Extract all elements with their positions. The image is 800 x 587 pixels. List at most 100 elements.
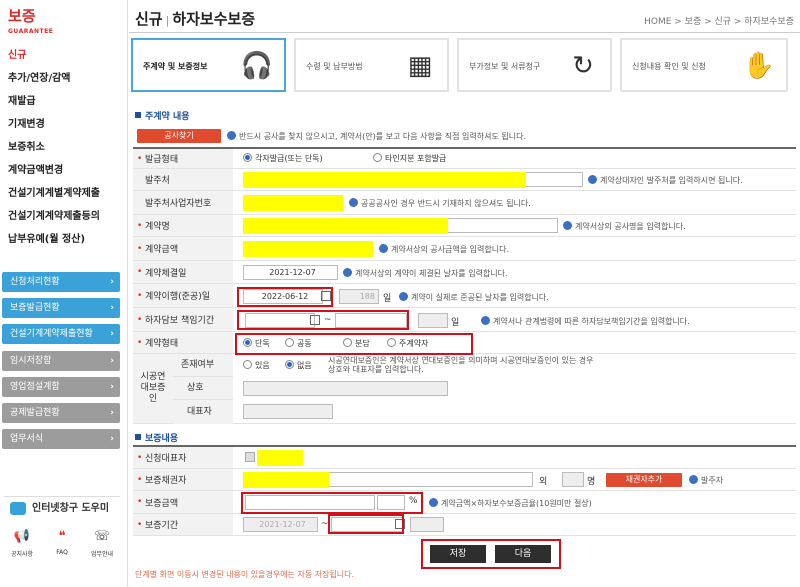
sidebar-blue-issued[interactable]: 보증발급현황 [2, 298, 120, 318]
section-contract-title: 주계약 내용 [135, 109, 190, 122]
main-content: 신규 | 하자보수보증 HOME > 보증 > 신규 > 하자보수보증 주계약 및 … [129, 0, 800, 587]
megaphone-icon: 📢 [13, 529, 31, 544]
sidebar-item-machine[interactable]: 건설기계계별계약제출 [8, 182, 124, 205]
row-applicant: 신청대표자 [133, 447, 796, 469]
search-project-button[interactable]: 공사찾기 [137, 129, 221, 143]
company-input [243, 381, 448, 396]
label-amount: 보증금액 [133, 491, 233, 513]
label-issue-type: 발급형태 [133, 149, 233, 168]
row-amount: 보증금액 % 계약금액×하자보수보증금율(10원미만 절상) [133, 491, 796, 514]
divider [129, 32, 800, 33]
headset-icon: 🎧 [240, 51, 274, 81]
contract-date-note: 계약서상의 계약이 체결된 날자를 입력합니다. [343, 268, 508, 279]
sidebar-gray-branch[interactable]: 영업점설계함 [2, 377, 120, 397]
sidebar-item-defer[interactable]: 납부유예(월 정산) [8, 228, 124, 251]
contract-amount-note: 계약서상의 공사금액을 입력합니다. [379, 244, 509, 255]
creditor-unit: 명 [587, 477, 596, 487]
radio-exists-yes[interactable]: 있음 [243, 360, 270, 371]
sidebar-item-reissue[interactable]: 재발급 [8, 90, 124, 113]
label-orderer: 발주처 [133, 169, 233, 190]
sidebar-gray-issue[interactable]: 공제발급현황 [2, 403, 120, 423]
step-1[interactable]: 주계약 및 보증정보 🎧 [131, 38, 286, 92]
amount-note: 계약금액×하자보수보증금율(10원미만 절상) [429, 498, 592, 509]
label-warranty-period: 하자담보 책임기간 [133, 308, 233, 331]
refresh-icon: ↻ [572, 51, 594, 81]
step-2[interactable]: 수령 및 납부방법 ▦ [294, 38, 449, 92]
guide-link[interactable]: ☏ 업무안내 [84, 528, 120, 558]
annotation-box [241, 492, 423, 514]
label-period: 보증기간 [133, 514, 233, 535]
row-period: 보증기간 2021-12-07 ~ [133, 514, 796, 536]
days-unit: 일 [383, 294, 392, 304]
row-contract-name: 계약명 계약서상의 공사명을 입력합니다. [133, 215, 796, 237]
add-creditor-button[interactable]: 채권자추가 [606, 473, 682, 487]
contract-name-highlight [243, 218, 448, 234]
warranty-unit: 일 [451, 318, 460, 328]
step-4[interactable]: 신청내용 확인 및 신청 ✋ [620, 38, 788, 92]
sidebar-item-cancel[interactable]: 보증취소 [8, 136, 124, 159]
sidebar-blue-status[interactable]: 신청처리현황 [2, 272, 120, 292]
row-contract-amount: 계약금액 계약서상의 공사금액을 입력합니다. [133, 237, 796, 261]
contract-date-input[interactable]: 2021-12-07 [243, 265, 338, 280]
completion-days: 188 [339, 289, 379, 304]
row-warranty-period: 하자담보 책임기간 ~ 일 계약서나 관계법령에 따른 하자담보책임기간을 입력… [133, 308, 796, 332]
orderer-note: 계약상대자인 발주처를 입력하시면 됩니다. [588, 175, 743, 186]
sidebar-blue-machine[interactable]: 건설기계계약제출현황 [2, 324, 120, 344]
warranty-days [418, 313, 448, 328]
radio-issue-others[interactable]: 타인지분 포함발급 [373, 153, 446, 164]
row-completion-date: 계약이행(준공)일 2022-06-12 188 일 계약이 실제로 준공된 날… [133, 284, 796, 308]
page-title: 신규 | 하자보수보증 [135, 10, 256, 28]
joint-note: 시공연대보증인은 계약서상 연대보증인을 의미하며 시공연대보증인이 있는 경우… [328, 356, 594, 374]
label-exists: 존재여부 [173, 354, 233, 377]
calculator-icon: ▦ [407, 51, 433, 81]
bizno-note: 공공공사인 경우 반드시 기재하지 않으셔도 됩니다. [349, 198, 531, 209]
applicant-checkbox[interactable] [245, 452, 255, 462]
orderer-highlight [243, 172, 526, 188]
faq-icon: ❝ [58, 529, 66, 544]
warranty-note: 계약서나 관계법령에 따른 하자담보책임기간을 입력합니다. [481, 316, 690, 327]
completion-note: 계약이 실제로 준공된 날자를 입력합니다. [399, 292, 549, 303]
sidebar-menu: 신규 추가/연장/감액 재발급 기재변경 보증취소 계약금액변경 건설기계계별계… [8, 44, 124, 251]
helper-banner[interactable]: 인터넷창구 도우미 [4, 496, 120, 520]
row-contract-date: 계약체결일 2021-12-07 계약서상의 계약이 체결된 날자를 입력합니다… [133, 261, 796, 284]
phone-icon: ☏ [93, 529, 111, 544]
row-creditor: 보증채권자 외 명 채권자추가 발주자 [133, 469, 796, 491]
label-contract-name: 계약명 [133, 215, 233, 236]
ceo-input [243, 404, 333, 419]
search-note: 반드시 공사를 찾지 않으시고, 계약서(안)를 보고 다음 사항을 직접 입력… [227, 131, 526, 142]
sidebar-item-add[interactable]: 추가/연장/감액 [8, 67, 124, 90]
creditor-count [562, 472, 584, 487]
creditor-highlight [243, 472, 329, 488]
notice-link[interactable]: 📢 공지사항 [4, 528, 40, 558]
section-guarantee-title: 보증내용 [135, 431, 178, 444]
label-contract-date: 계약체결일 [133, 261, 233, 283]
period-from-input: 2021-12-07 [243, 517, 318, 532]
label-joint-group: 시공연대보증인 [133, 354, 173, 423]
sidebar-item-machine2[interactable]: 건설기계계약제출등의 [8, 205, 124, 228]
footnote: 단계별 화면 이동시 변경된 내용이 있을경우에는 자동 저장됩니다. [135, 570, 355, 579]
creditor-note: 발주자 [689, 475, 723, 486]
label-orderer-bizno: 발주처사업자번호 [133, 191, 233, 214]
contract-name-note: 계약서상의 공사명을 입력합니다. [563, 221, 686, 232]
radio-issue-single[interactable]: 각자발급(또는 단독) [243, 153, 323, 164]
faq-link[interactable]: ❝ FAQ [44, 528, 80, 556]
sidebar-item-change[interactable]: 기재변경 [8, 113, 124, 136]
label-completion-date: 계약이행(준공)일 [133, 284, 233, 307]
annotation-box [237, 310, 409, 330]
sidebar-item-amount[interactable]: 계약금액변경 [8, 159, 124, 182]
label-contract-amount: 계약금액 [133, 237, 233, 260]
bottom-icons: 📢 공지사항 ❝ FAQ ☏ 업무안내 [4, 528, 120, 568]
sidebar-gray-temp[interactable]: 임시저장함 [2, 351, 120, 371]
radio-exists-no[interactable]: 없음 [285, 360, 312, 371]
brand-logo[interactable]: 보증 GUARANTEE [8, 8, 53, 40]
step-3[interactable]: 부가정보 및 서류청구 ↻ [457, 38, 612, 92]
chat-icon [10, 502, 26, 515]
sidebar: 보증 GUARANTEE 신규 추가/연장/감액 재발급 기재변경 보증취소 계약… [0, 0, 128, 587]
bizno-highlight [243, 195, 343, 211]
row-orderer: 발주처 계약상대자인 발주처를 입력하시면 됩니다. [133, 169, 796, 191]
sidebar-item-new[interactable]: 신규 [8, 44, 124, 67]
applicant-highlight [257, 450, 303, 466]
annotation-box [235, 333, 473, 355]
row-issue-type: 발급형태 각자발급(또는 단독) 타인지분 포함발급 [133, 149, 796, 169]
sidebar-gray-forms[interactable]: 업무서식 [2, 429, 120, 449]
